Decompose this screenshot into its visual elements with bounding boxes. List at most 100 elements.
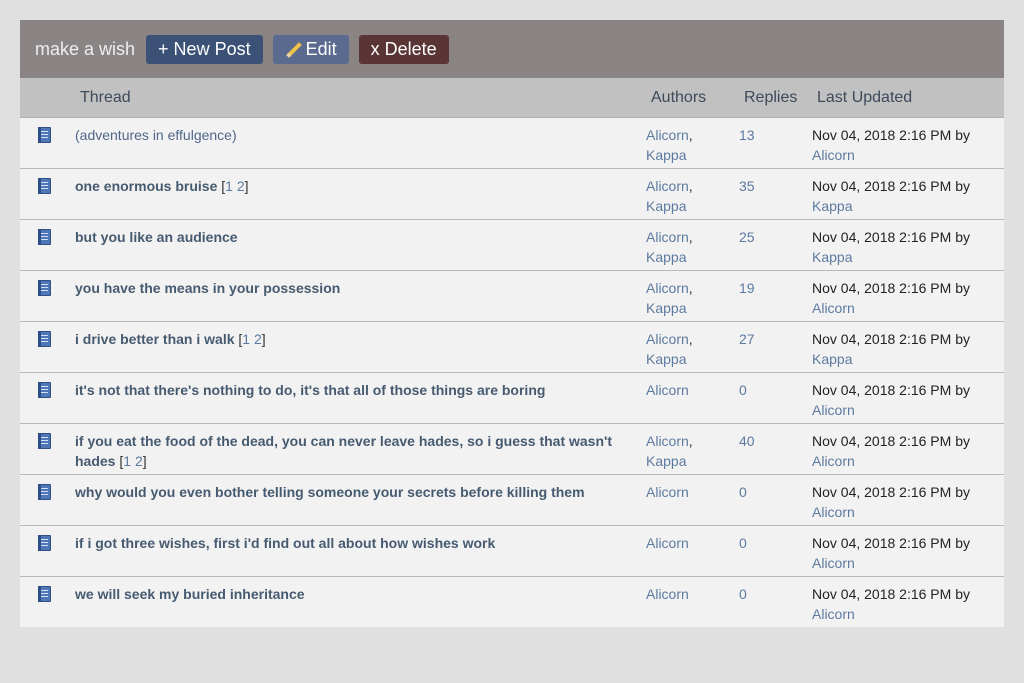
thread-document-icon[interactable] <box>38 280 51 296</box>
thread-title-link[interactable]: we will seek my buried inheritance <box>75 586 305 602</box>
thread-document-icon[interactable] <box>38 586 51 602</box>
last-updated-user-link[interactable]: Alicorn <box>812 555 855 571</box>
thread-document-icon[interactable] <box>38 127 51 143</box>
last-updated-user-link[interactable]: Alicorn <box>812 300 855 316</box>
thread-title-link[interactable]: if i got three wishes, first i'd find ou… <box>75 535 495 551</box>
author-link[interactable]: Alicorn <box>646 586 689 602</box>
new-post-button[interactable]: + New Post <box>146 34 263 64</box>
thread-document-icon[interactable] <box>38 433 51 449</box>
last-updated-user-link[interactable]: Kappa <box>812 198 852 214</box>
replies-count-link[interactable]: 13 <box>739 125 755 145</box>
author-link[interactable]: Kappa <box>646 249 686 265</box>
page-link[interactable]: 2 <box>237 178 245 194</box>
board-title: make a wish <box>35 38 136 59</box>
replies-count-link[interactable]: 19 <box>739 278 755 298</box>
last-updated-user-link[interactable]: Alicorn <box>812 504 855 520</box>
board-panel: make a wish + New Post Edit x Delete Thr… <box>20 20 1004 627</box>
edit-button[interactable]: Edit <box>272 34 349 64</box>
table-row: if you eat the food of the dead, you can… <box>20 424 1004 475</box>
thread-cell: (adventures in effulgence) <box>75 125 635 145</box>
authors-cell: Alicorn <box>646 482 689 502</box>
thread-title-link[interactable]: you have the means in your possession <box>75 280 340 296</box>
author-link[interactable]: Alicorn <box>646 535 689 551</box>
author-link[interactable]: Alicorn <box>646 127 689 143</box>
thread-title-link[interactable]: one enormous bruise <box>75 178 217 194</box>
last-updated-cell: Nov 04, 2018 2:16 PM by Alicorn <box>812 431 970 471</box>
author-link[interactable]: Alicorn <box>646 382 689 398</box>
author-link[interactable]: Alicorn <box>646 178 689 194</box>
authors-cell: Alicorn, Kappa <box>646 280 693 316</box>
thread-title-link[interactable]: (adventures in effulgence) <box>75 127 237 143</box>
last-updated-cell: Nov 04, 2018 2:16 PM by Kappa <box>812 329 970 369</box>
replies-count-link[interactable]: 0 <box>739 380 747 400</box>
last-updated-time: Nov 04, 2018 2:16 PM by <box>812 229 970 245</box>
replies-count-link[interactable]: 0 <box>739 482 747 502</box>
page-link[interactable]: 1 <box>225 178 233 194</box>
author-link[interactable]: Alicorn <box>646 229 689 245</box>
thread-document-icon[interactable] <box>38 484 51 500</box>
last-updated-user-link[interactable]: Alicorn <box>812 606 855 622</box>
author-link[interactable]: Alicorn <box>646 331 689 347</box>
author-link[interactable]: Alicorn <box>646 433 689 449</box>
column-header-last-updated[interactable]: Last Updated <box>817 89 912 107</box>
thread-document-icon[interactable] <box>38 382 51 398</box>
thread-cell: i drive better than i walk [1 2] <box>75 329 635 349</box>
author-link[interactable]: Kappa <box>646 198 686 214</box>
replies-count-link[interactable]: 0 <box>739 533 747 553</box>
last-updated-cell: Nov 04, 2018 2:16 PM by Alicorn <box>812 482 970 522</box>
column-header-thread[interactable]: Thread <box>80 89 131 107</box>
last-updated-time: Nov 04, 2018 2:16 PM by <box>812 382 970 398</box>
table-row: why would you even bother telling someon… <box>20 475 1004 526</box>
authors-cell: Alicorn, Kappa <box>646 433 693 469</box>
last-updated-user-link[interactable]: Kappa <box>812 249 852 265</box>
page-link[interactable]: 1 <box>242 331 250 347</box>
last-updated-user-link[interactable]: Alicorn <box>812 453 855 469</box>
page-link[interactable]: 1 <box>123 453 131 469</box>
thread-title-link[interactable]: if you eat the food of the dead, you can… <box>75 433 612 469</box>
authors-cell: Alicorn, Kappa <box>646 127 693 163</box>
table-row: we will seek my buried inheritance Alicor… <box>20 577 1004 627</box>
thread-cell: one enormous bruise [1 2] <box>75 176 635 196</box>
authors-cell: Alicorn, Kappa <box>646 178 693 214</box>
author-link[interactable]: Kappa <box>646 351 686 367</box>
column-header-replies[interactable]: Replies <box>744 89 797 107</box>
author-link[interactable]: Kappa <box>646 300 686 316</box>
replies-count-link[interactable]: 35 <box>739 176 755 196</box>
replies-count-link[interactable]: 0 <box>739 584 747 604</box>
author-link[interactable]: Alicorn <box>646 280 689 296</box>
page-link[interactable]: 2 <box>135 453 143 469</box>
last-updated-user-link[interactable]: Alicorn <box>812 402 855 418</box>
delete-button[interactable]: x Delete <box>358 34 449 64</box>
last-updated-cell: Nov 04, 2018 2:16 PM by Kappa <box>812 176 970 216</box>
author-link[interactable]: Kappa <box>646 453 686 469</box>
table-header: Thread Authors Replies Last Updated <box>20 78 1004 118</box>
thread-document-icon[interactable] <box>38 535 51 551</box>
last-updated-time: Nov 04, 2018 2:16 PM by <box>812 178 970 194</box>
replies-count-link[interactable]: 40 <box>739 431 755 451</box>
last-updated-time: Nov 04, 2018 2:16 PM by <box>812 535 970 551</box>
page-link[interactable]: 2 <box>254 331 262 347</box>
table-row: you have the means in your possession Ali… <box>20 271 1004 322</box>
thread-title-link[interactable]: but you like an audience <box>75 229 238 245</box>
thread-title-link[interactable]: i drive better than i walk <box>75 331 235 347</box>
thread-document-icon[interactable] <box>38 229 51 245</box>
table-row: if i got three wishes, first i'd find ou… <box>20 526 1004 577</box>
thread-title-link[interactable]: it's not that there's nothing to do, it'… <box>75 382 545 398</box>
thread-document-icon[interactable] <box>38 178 51 194</box>
last-updated-user-link[interactable]: Alicorn <box>812 147 855 163</box>
replies-count-link[interactable]: 27 <box>739 329 755 349</box>
author-link[interactable]: Kappa <box>646 147 686 163</box>
authors-cell: Alicorn <box>646 584 689 604</box>
replies-count-link[interactable]: 25 <box>739 227 755 247</box>
board-toolbar: make a wish + New Post Edit x Delete <box>20 20 1004 78</box>
author-link[interactable]: Alicorn <box>646 484 689 500</box>
thread-document-icon[interactable] <box>38 331 51 347</box>
table-row: but you like an audience Alicorn, Kappa 25 N… <box>20 220 1004 271</box>
last-updated-user-link[interactable]: Kappa <box>812 351 852 367</box>
thread-cell: we will seek my buried inheritance <box>75 584 635 604</box>
table-row: one enormous bruise [1 2] Alicorn, Kappa 35… <box>20 169 1004 220</box>
thread-title-link[interactable]: why would you even bother telling someon… <box>75 484 585 500</box>
last-updated-time: Nov 04, 2018 2:16 PM by <box>812 484 970 500</box>
column-header-authors[interactable]: Authors <box>651 89 706 107</box>
thread-cell: but you like an audience <box>75 227 635 247</box>
